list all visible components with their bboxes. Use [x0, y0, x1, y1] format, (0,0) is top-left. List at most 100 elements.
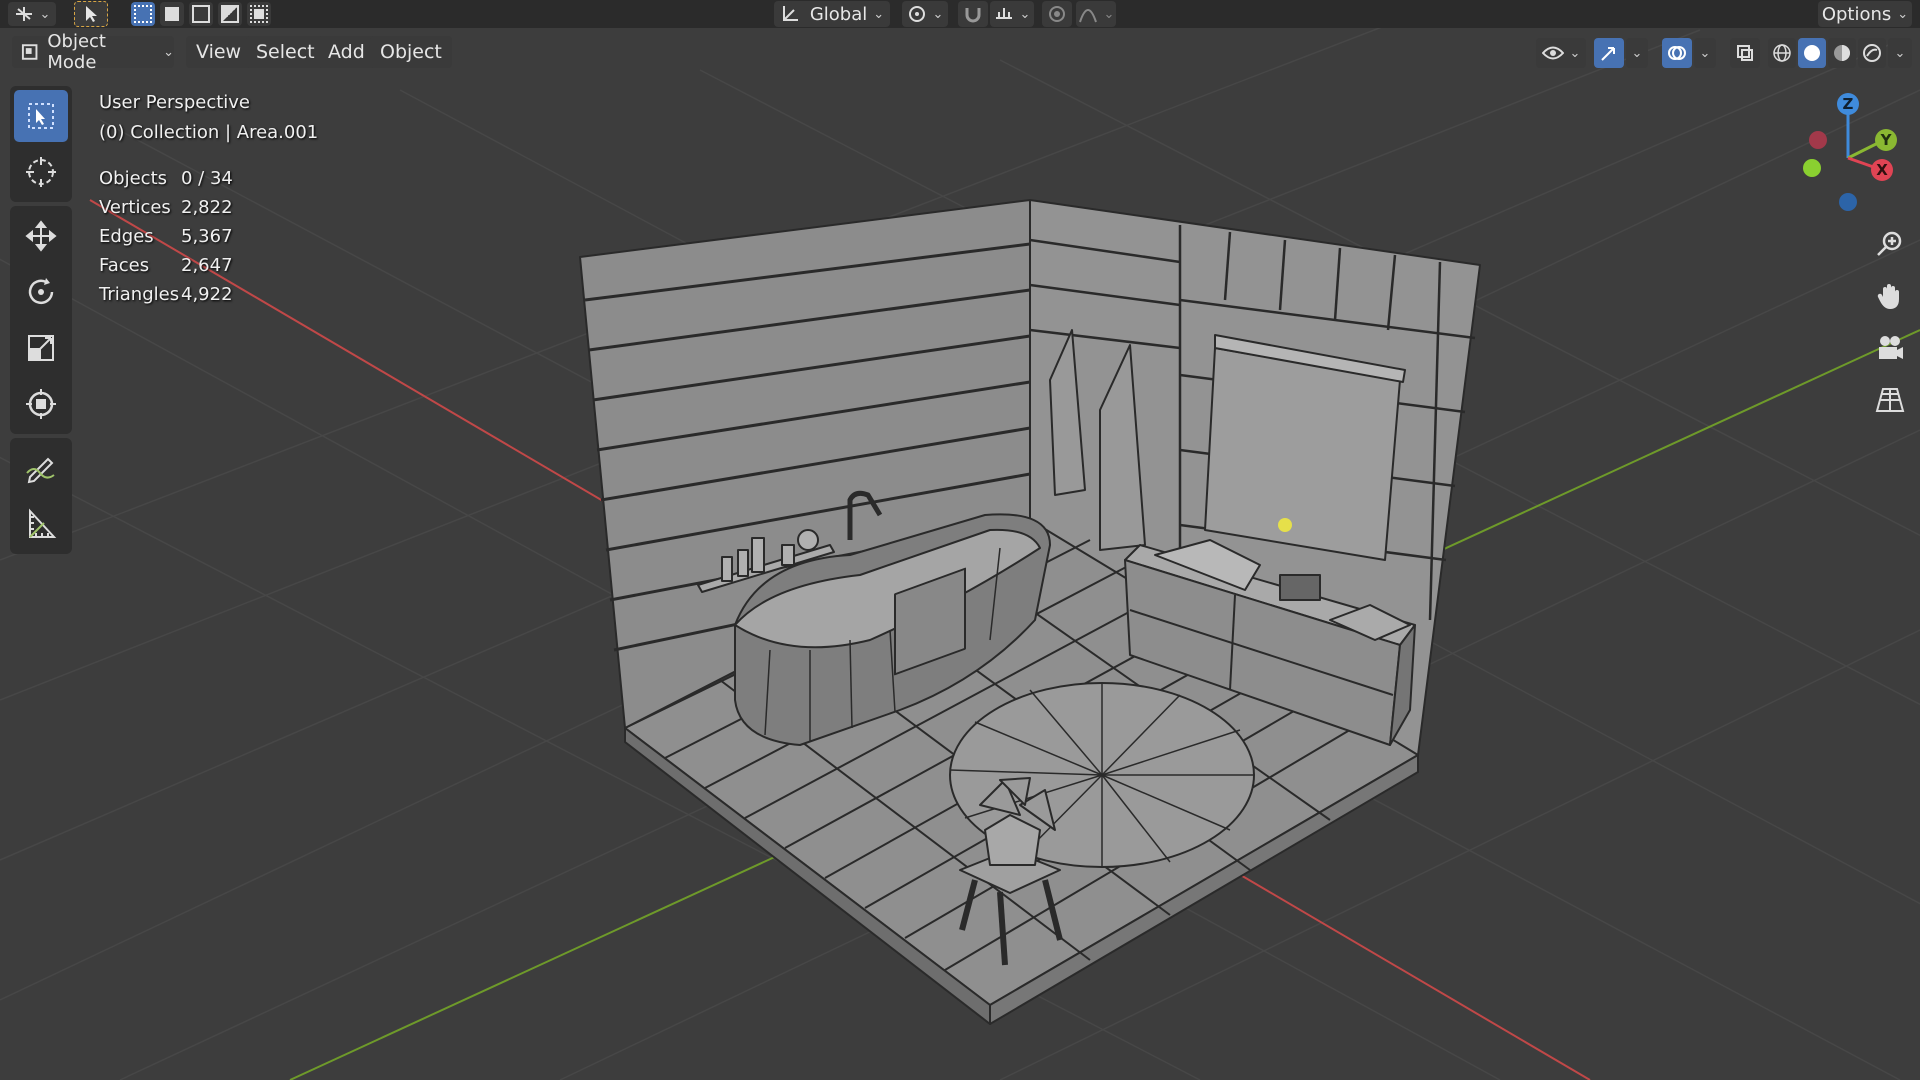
tool-group-transform: [10, 206, 72, 434]
snap-target-dropdown[interactable]: ⌄: [990, 1, 1034, 27]
pivot-point-dropdown[interactable]: ⌄: [902, 1, 948, 27]
magnet-icon: [965, 8, 981, 23]
shading-dropdown[interactable]: ⌄: [1888, 38, 1912, 68]
3d-viewport[interactable]: [0, 0, 1920, 1080]
xray-icon: [1737, 45, 1753, 61]
snap-increment-icon: [995, 8, 1012, 19]
editor-type-icon: [15, 7, 32, 21]
light-object: [1278, 518, 1292, 532]
pan-button[interactable]: [1868, 276, 1912, 316]
object-mode-icon: [21, 44, 38, 60]
cursor-arrow-icon: [86, 6, 97, 22]
basket: [1279, 574, 1321, 601]
rotate-icon: [28, 278, 54, 305]
solid-sphere-icon: [1804, 45, 1820, 61]
annotate-tool[interactable]: [14, 442, 68, 494]
zoom-button[interactable]: [1868, 224, 1912, 264]
navigation-buttons: [1868, 224, 1912, 420]
select-mode-new[interactable]: [131, 2, 155, 26]
select-new-icon: [134, 5, 152, 23]
cursor-icon: [26, 157, 56, 187]
perspective-toggle-button[interactable]: [1868, 380, 1912, 420]
pivot-icon: [908, 6, 925, 22]
svg-text:Y: Y: [1880, 131, 1893, 149]
tool-group-annotate: [10, 438, 72, 554]
falloff-dropdown[interactable]: ⌄: [1076, 1, 1116, 27]
menu-select[interactable]: Select: [246, 36, 325, 68]
proportional-edit-toggle[interactable]: [1042, 1, 1072, 27]
gizmo-dropdown[interactable]: ⌄: [1626, 38, 1648, 68]
gizmo-toggle[interactable]: [1594, 38, 1624, 68]
select-subtract-icon: [192, 5, 210, 23]
object-mode-dropdown[interactable]: Object Mode ⌄: [12, 31, 174, 73]
stat-row: Vertices 2,822: [99, 197, 233, 218]
editor-type-button[interactable]: ⌄: [8, 2, 56, 26]
svg-text:X: X: [1876, 161, 1888, 179]
bathroom-model[interactable]: [579, 199, 1481, 1025]
hand-icon: [1877, 284, 1899, 309]
select-tool-indicator[interactable]: [74, 1, 108, 27]
stat-row: Faces 2,647: [99, 255, 233, 276]
select-intersect-icon: [250, 5, 268, 23]
overlays-icon: [1668, 46, 1686, 60]
transform-tool[interactable]: [14, 378, 68, 430]
shading-material[interactable]: [1828, 38, 1856, 68]
xray-toggle[interactable]: [1730, 38, 1760, 68]
scale-tool[interactable]: [14, 322, 68, 374]
overlays-toggle[interactable]: [1662, 38, 1692, 68]
proportional-edit-icon: [1049, 6, 1065, 22]
gizmo-neg-z[interactable]: [1839, 193, 1857, 211]
stat-row: Objects 0 / 34: [99, 168, 233, 189]
select-box-icon: [28, 103, 54, 129]
tool-group-main: [10, 86, 72, 202]
zoom-icon: [1877, 231, 1902, 256]
gizmo-icon: [1601, 47, 1615, 61]
measure-tool[interactable]: [14, 498, 68, 550]
camera-view-button[interactable]: [1868, 328, 1912, 368]
gizmo-neg-y[interactable]: [1803, 159, 1821, 177]
grid-icon: [1875, 388, 1905, 412]
shading-wireframe[interactable]: [1768, 38, 1796, 68]
select-box-tool[interactable]: [14, 90, 68, 142]
shading-rendered[interactable]: [1858, 38, 1886, 68]
measure-icon: [29, 508, 57, 538]
shading-solid[interactable]: [1798, 38, 1826, 68]
material-sphere-icon: [1834, 45, 1850, 61]
svg-text:Z: Z: [1843, 95, 1854, 113]
camera-icon: [1879, 336, 1903, 359]
scale-icon: [28, 335, 54, 361]
transform-orientation-dropdown[interactable]: Global ⌄: [774, 1, 890, 27]
stat-row: Edges 5,367: [99, 226, 233, 247]
gizmo-neg-x[interactable]: [1809, 131, 1827, 149]
menu-object[interactable]: Object: [370, 36, 452, 68]
visibility-dropdown[interactable]: ⌄: [1536, 38, 1586, 68]
menu-add[interactable]: Add: [318, 36, 375, 68]
orientation-axes-icon: [782, 6, 798, 21]
navigation-gizmo[interactable]: Z Y X: [1790, 90, 1900, 220]
annotate-icon: [26, 457, 55, 484]
select-invert-icon: [221, 5, 239, 23]
eye-icon: [1541, 46, 1564, 60]
select-mode-subtract[interactable]: [189, 2, 213, 26]
move-tool[interactable]: [14, 210, 68, 262]
select-mode-extend[interactable]: [160, 2, 184, 26]
snap-toggle[interactable]: [958, 1, 988, 27]
rotate-tool[interactable]: [14, 266, 68, 318]
options-dropdown[interactable]: Options ⌄: [1818, 1, 1912, 27]
transform-icon: [26, 389, 56, 419]
menu-view[interactable]: View: [186, 36, 252, 68]
tool-settings-bar: ⌄ Global ⌄ ⌄ ⌄ ⌄ Options ⌄: [0, 0, 1920, 28]
select-mode-invert[interactable]: [218, 2, 242, 26]
cursor-tool[interactable]: [14, 146, 68, 198]
viewport-info: User Perspective (0) Collection | Area.0…: [99, 88, 318, 148]
falloff-curve-icon: [1078, 9, 1097, 23]
view-name: User Perspective: [99, 92, 250, 113]
select-mode-intersect[interactable]: [247, 2, 271, 26]
wireframe-sphere-icon: [1773, 44, 1791, 62]
select-extend-icon: [165, 7, 179, 21]
rendered-sphere-icon: [1863, 44, 1881, 62]
collection-name: (0) Collection | Area.001: [99, 122, 319, 143]
mirror: [1204, 347, 1401, 561]
stat-row: Triangles 4,922: [99, 284, 233, 305]
overlays-dropdown[interactable]: ⌄: [1694, 38, 1716, 68]
